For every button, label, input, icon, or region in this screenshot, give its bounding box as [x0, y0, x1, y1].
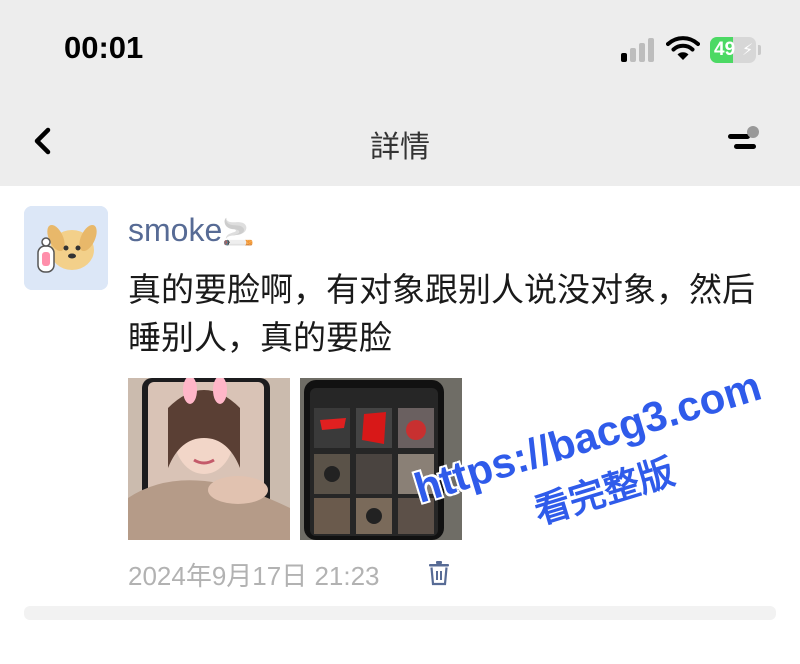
- status-bar: 00:01 49 ⚡︎: [0, 0, 800, 100]
- battery-icon: 49 ⚡︎: [710, 37, 756, 63]
- username-text: smoke: [128, 212, 223, 248]
- avatar[interactable]: [24, 206, 108, 290]
- post-image-2[interactable]: [300, 378, 462, 540]
- comment-area-edge: [24, 606, 776, 620]
- wifi-icon: [666, 36, 700, 60]
- photo-selfie: [128, 378, 290, 540]
- post-timestamp: 2024年9月17日 21:23: [128, 561, 380, 591]
- battery-cap: [758, 45, 761, 55]
- cigarette-emoji: 🚬: [222, 217, 255, 247]
- post-image-1[interactable]: [128, 378, 290, 540]
- battery-level: 49: [714, 39, 736, 60]
- charging-bolt-icon: ⚡︎: [742, 40, 754, 59]
- username[interactable]: smoke🚬: [128, 212, 255, 249]
- page-title: 詳情: [370, 130, 430, 165]
- photo-phone-screen: [300, 378, 462, 540]
- avatar-dog-icon: [24, 206, 108, 290]
- post-text: 真的要脸啊，有对象跟别人说没对象，然后睡别人，真的要脸: [128, 270, 755, 357]
- moment-post: smoke🚬 真的要脸啊，有对象跟别人说没对象，然后睡别人，真的要脸 2024年…: [0, 186, 800, 616]
- signal-icon: [621, 38, 654, 62]
- status-time: 00:01: [64, 30, 144, 65]
- trash-icon[interactable]: [427, 560, 451, 586]
- more-options-icon[interactable]: [722, 120, 766, 160]
- nav-bar: 詳情: [0, 100, 800, 186]
